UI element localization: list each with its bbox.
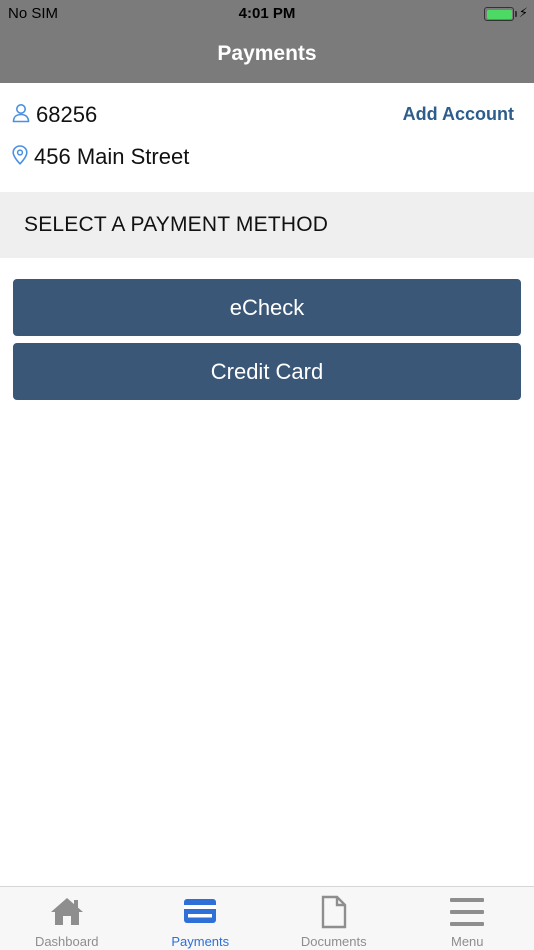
clock: 4:01 PM [238, 5, 296, 22]
tab-documents[interactable]: Documents [267, 887, 401, 950]
credit-card-icon [134, 895, 268, 929]
location-pin-icon [12, 144, 28, 170]
tab-label: Menu [450, 934, 484, 949]
battery-icon [484, 7, 514, 21]
page-title: Payments [217, 42, 317, 65]
account-number-row: 68256 [12, 100, 97, 130]
tab-dashboard[interactable]: Dashboard [0, 887, 134, 950]
status-bar: No SIM 4:01 PM ⚡ [0, 0, 534, 28]
echeck-button[interactable]: eCheck [13, 279, 521, 336]
credit-card-button[interactable]: Credit Card [13, 343, 521, 400]
battery-tip [515, 11, 517, 17]
navigation-bar: Payments [0, 28, 534, 83]
person-icon [12, 103, 30, 128]
service-address: 456 Main Street [34, 144, 190, 169]
payments-screen: No SIM 4:01 PM ⚡ Payments 68256 Add Acco… [0, 0, 534, 950]
hamburger-menu-icon [401, 895, 534, 929]
account-number: 68256 [36, 102, 98, 127]
address-row: 456 Main Street [12, 142, 189, 172]
section-title: SELECT A PAYMENT METHOD [24, 213, 329, 236]
payment-method-header: SELECT A PAYMENT METHOD [0, 192, 534, 258]
tab-label: Dashboard [34, 934, 99, 949]
add-account-link[interactable]: Add Account [403, 104, 514, 125]
home-icon [0, 895, 134, 929]
tab-menu[interactable]: Menu [401, 887, 534, 950]
tab-payments[interactable]: Payments [134, 887, 268, 950]
tab-label: Documents [300, 934, 367, 949]
tab-label: Payments [171, 934, 230, 949]
document-icon [267, 895, 401, 929]
charging-bolt-icon: ⚡ [518, 5, 528, 20]
tab-bar: Dashboard Payments Documents Menu [0, 886, 534, 950]
